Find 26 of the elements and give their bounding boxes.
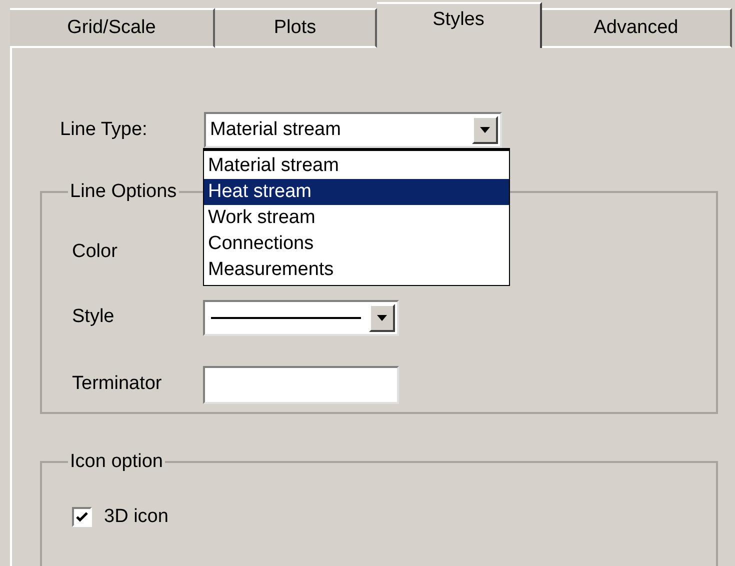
caret-icon (480, 127, 490, 133)
caret-icon (377, 314, 387, 320)
dropdown-option[interactable]: Heat stream (204, 179, 509, 205)
tab[interactable]: Styles (377, 2, 542, 48)
dropdown-option[interactable]: Material stream (204, 153, 509, 179)
color-label: Color (72, 240, 118, 264)
group-title: Line Options (69, 180, 178, 204)
terminator-field[interactable] (203, 366, 399, 404)
dropdown-option[interactable]: Measurements (204, 257, 509, 283)
checkbox-label: 3D icon (104, 504, 168, 528)
line-type-dropdown[interactable]: Material stream (204, 112, 502, 148)
tab[interactable]: Grid/Scale (10, 8, 215, 48)
tab[interactable]: Advanced (542, 8, 732, 48)
line-style-icon (211, 316, 361, 318)
style-label: Style (72, 305, 116, 330)
dropdown-option[interactable]: Work stream (204, 205, 509, 231)
dropdown-button[interactable] (369, 304, 395, 332)
group-title: Icon option (69, 450, 164, 474)
style-dropdown[interactable] (203, 300, 399, 336)
dropdown-button[interactable] (472, 116, 498, 144)
line-type-label: Line Type: (60, 118, 148, 142)
terminator-label: Terminator (72, 372, 163, 396)
check-icon (76, 512, 88, 522)
checkbox[interactable] (72, 506, 92, 527)
tab[interactable]: Plots (215, 8, 377, 48)
dropdown-option[interactable]: Connections (204, 231, 509, 257)
